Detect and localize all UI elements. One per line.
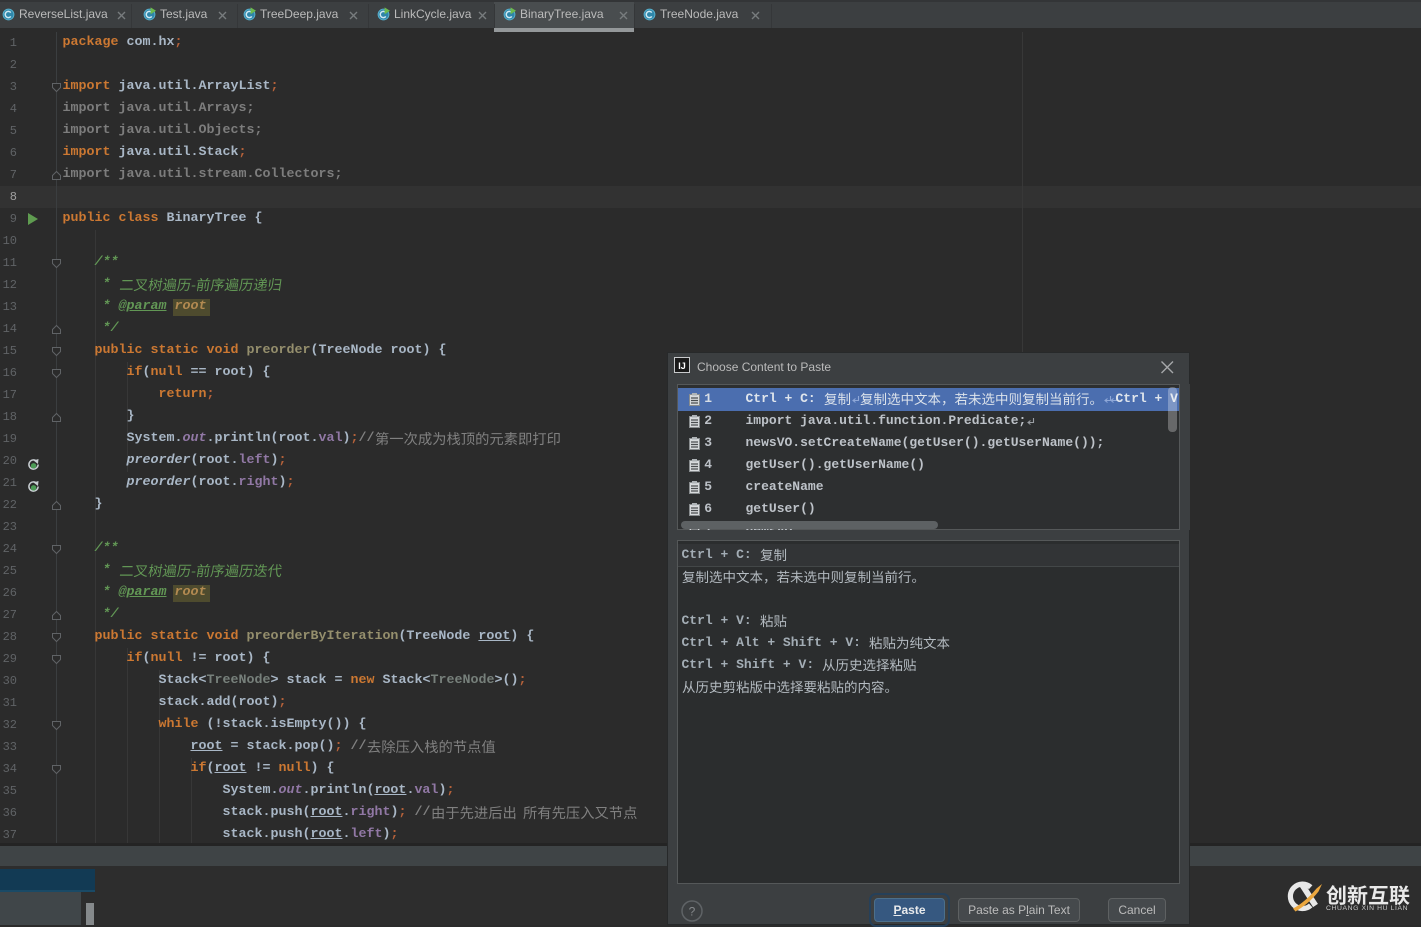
svg-text:IJ: IJ: [678, 361, 686, 371]
svg-text:?: ?: [689, 905, 696, 919]
